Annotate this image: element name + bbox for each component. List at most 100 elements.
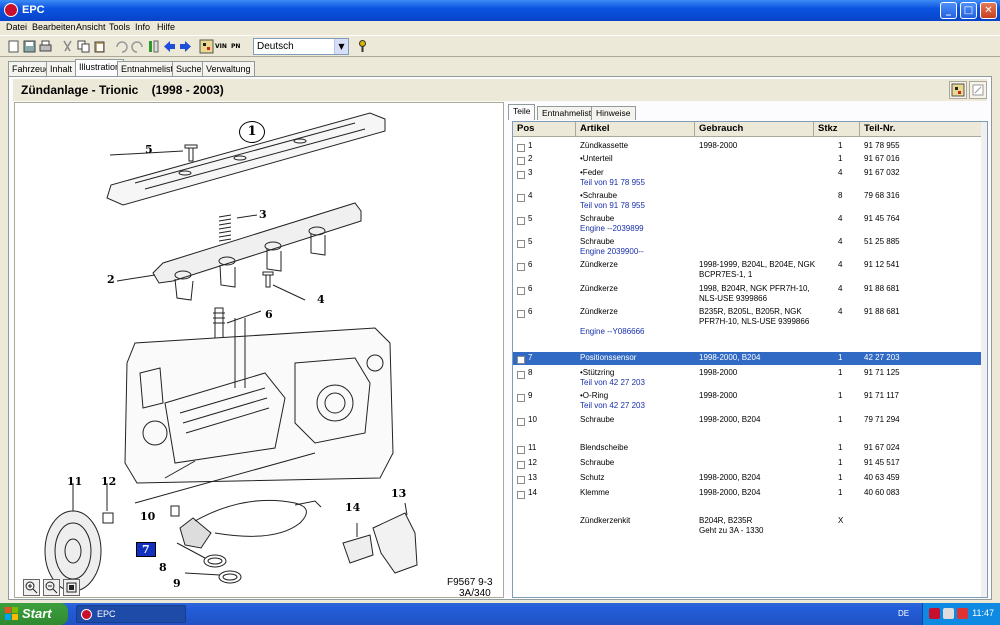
table-row[interactable]: 11 Blendscheibe 1 91 67 024 (513, 442, 983, 455)
column-artikel[interactable]: Artikel (576, 122, 695, 137)
copy-icon[interactable] (76, 39, 91, 54)
column-gebrauch[interactable]: Gebrauch (695, 122, 814, 137)
callout-14[interactable]: 14 (345, 501, 360, 514)
print-icon[interactable] (38, 39, 53, 54)
tab-teile[interactable]: Teile (508, 104, 536, 120)
row-checkbox[interactable] (517, 263, 525, 271)
table-row[interactable]: 12 Schraube 1 91 45 517 (513, 457, 983, 470)
cell-artikel: Zündkassette (580, 141, 629, 150)
title-bar[interactable]: EPC _ □ ✕ (0, 0, 1000, 21)
column-teil-nr[interactable]: Teil-Nr. (860, 122, 983, 137)
row-checkbox[interactable] (517, 240, 525, 248)
table-row[interactable]: 1 Zündkassette 1998-2000 1 91 78 955 (513, 140, 983, 153)
note-icon[interactable] (969, 81, 987, 99)
tab-hinweise[interactable]: Hinweise (591, 106, 636, 120)
table-row[interactable]: 5 Schraube Engine 2039900-- 4 51 25 885 (513, 236, 983, 258)
menu-hilfe[interactable]: Hilfe (157, 22, 175, 32)
row-checkbox[interactable] (517, 491, 525, 499)
table-row[interactable]: 5 Schraube Engine --2039899 4 91 45 764 (513, 213, 983, 235)
cut-icon[interactable] (60, 39, 75, 54)
table-row[interactable]: 2 •Unterteil 1 91 67 016 (513, 153, 983, 166)
language-select[interactable]: Deutsch ▼ (253, 38, 349, 55)
table-row[interactable]: 10 Schraube 1998-2000, B204 1 79 71 294 (513, 414, 983, 427)
parts-list-icon[interactable] (199, 39, 214, 54)
part-number-button[interactable]: PN (231, 39, 246, 54)
table-row[interactable]: 3 •Feder Teil von 91 78 955 4 91 67 032 (513, 167, 983, 189)
add-to-list-button[interactable] (949, 81, 967, 99)
zoom-in-icon[interactable] (23, 579, 40, 596)
tray-network-icon[interactable] (943, 608, 954, 619)
table-row[interactable]: 9 •O-Ring Teil von 42 27 203 1998-2000 1 91 7… (513, 390, 983, 412)
minimize-button[interactable]: _ (940, 2, 957, 19)
vin-button[interactable]: VIN (215, 39, 230, 54)
row-checkbox[interactable] (517, 461, 525, 469)
column-stkz[interactable]: Stkz (814, 122, 860, 137)
callout-13[interactable]: 13 (391, 487, 406, 500)
row-checkbox[interactable] (517, 418, 525, 426)
row-checkbox[interactable] (517, 476, 525, 484)
forward-arrow-icon[interactable] (178, 39, 193, 54)
row-checkbox[interactable] (517, 310, 525, 318)
new-icon[interactable] (6, 39, 21, 54)
table-row[interactable]: 6 Zündkerze 1998, B204R, NGK PFR7H-10, NLS… (513, 283, 983, 305)
column-pos[interactable]: Pos (513, 122, 576, 137)
callout-12[interactable]: 12 (101, 475, 116, 488)
close-button[interactable]: ✕ (980, 2, 997, 19)
menu-datei[interactable]: Datei (6, 22, 27, 32)
table-row[interactable]: 8 •Stützring Teil von 42 27 203 1998-2000 1 9… (513, 367, 983, 389)
tab-verwaltung[interactable]: Verwaltung (202, 61, 255, 76)
callout-7-highlighted[interactable]: 7 (136, 542, 156, 557)
callout-11[interactable]: 11 (67, 475, 82, 488)
row-checkbox[interactable] (517, 287, 525, 295)
undo-icon[interactable] (114, 39, 129, 54)
callout-8[interactable]: 8 (159, 561, 167, 574)
callout-5[interactable]: 5 (145, 143, 153, 156)
tab-inhalt[interactable]: Inhalt (46, 61, 77, 76)
callout-3[interactable]: 3 (259, 208, 267, 221)
zoom-out-icon[interactable] (43, 579, 60, 596)
callout-4[interactable]: 4 (317, 293, 325, 306)
menu-bearbeiten[interactable]: Bearbeiten (32, 22, 76, 32)
row-checkbox[interactable] (517, 356, 525, 364)
back-arrow-icon[interactable] (162, 39, 177, 54)
callout-1[interactable]: 1 (239, 121, 265, 143)
table-row[interactable]: 7 Positionssensor 1998-2000, B204 1 42 27 20… (513, 352, 983, 365)
menu-tools[interactable]: Tools (109, 22, 130, 32)
key-icon[interactable] (355, 39, 370, 54)
table-row[interactable]: 4 •Schraube Teil von 91 78 955 8 79 68 316 (513, 190, 983, 212)
start-button[interactable]: Start (0, 603, 68, 625)
table-row[interactable]: 14 Klemme 1998-2000, B204 1 40 60 083 (513, 487, 983, 500)
maximize-button[interactable]: □ (960, 2, 977, 19)
fit-page-icon[interactable] (63, 579, 80, 596)
illustration-viewer[interactable]: 1 2 3 4 5 6 7 8 9 10 11 12 13 14 F9567 9… (14, 102, 504, 598)
taskbar-app-epc[interactable]: EPC (76, 605, 186, 623)
chevron-down-icon[interactable]: ▼ (334, 39, 348, 54)
callout-9[interactable]: 9 (173, 577, 181, 590)
tray-app-icon[interactable] (929, 608, 940, 619)
row-checkbox[interactable] (517, 157, 525, 165)
save-icon[interactable] (22, 39, 37, 54)
row-checkbox[interactable] (517, 144, 525, 152)
row-checkbox[interactable] (517, 446, 525, 454)
row-checkbox[interactable] (517, 171, 525, 179)
table-row[interactable]: Zündkerzenkit B204R, B235R Geht zu 3A - 1… (513, 515, 983, 537)
callout-10[interactable]: 10 (140, 510, 155, 523)
table-row[interactable]: 13 Schutz 1998-2000, B204 1 40 63 459 (513, 472, 983, 485)
row-checkbox[interactable] (517, 217, 525, 225)
table-row[interactable]: 6 Zündkerze Engine --Y086666 B235R, B205L, … (513, 306, 983, 338)
tab-suche[interactable]: Suche (172, 61, 206, 76)
row-checkbox[interactable] (517, 394, 525, 402)
callout-2[interactable]: 2 (107, 273, 115, 286)
menu-ansicht[interactable]: Ansicht (76, 22, 106, 32)
tray-security-icon[interactable] (957, 608, 968, 619)
redo-icon[interactable] (130, 39, 145, 54)
row-checkbox[interactable] (517, 194, 525, 202)
row-checkbox[interactable] (517, 371, 525, 379)
paste-icon[interactable] (92, 39, 107, 54)
language-indicator[interactable]: DE (898, 609, 909, 618)
table-row[interactable]: 6 Zündkerze 1998-1999, B204L, B204E, NGK B… (513, 259, 983, 281)
vertical-scrollbar[interactable] (981, 122, 987, 597)
menu-info[interactable]: Info (135, 22, 150, 32)
callout-6[interactable]: 6 (265, 308, 273, 321)
bookmark-icon[interactable] (146, 39, 161, 54)
